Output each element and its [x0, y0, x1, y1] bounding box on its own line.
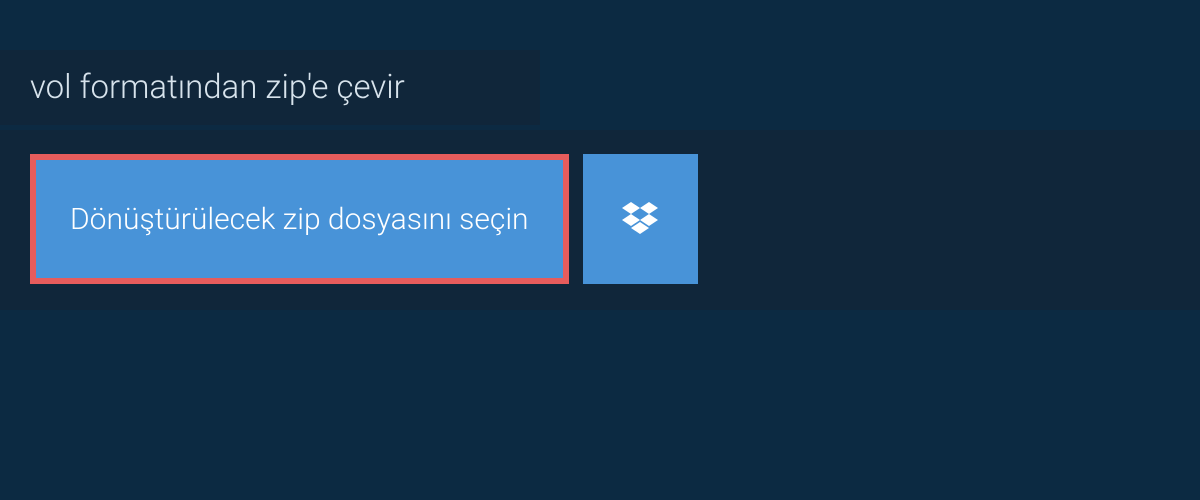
- button-row: Dönüştürülecek zip dosyasını seçin: [30, 154, 1170, 284]
- converter-panel: Dönüştürülecek zip dosyasını seçin: [0, 130, 1200, 310]
- select-file-label: Dönüştürülecek zip dosyasını seçin: [70, 202, 529, 237]
- page-title: vol formatından zip'e çevir: [30, 68, 405, 107]
- select-file-button[interactable]: Dönüştürülecek zip dosyasını seçin: [30, 154, 569, 284]
- dropbox-icon: [622, 202, 658, 236]
- title-tab: vol formatından zip'e çevir: [0, 50, 540, 125]
- dropbox-button[interactable]: [583, 154, 698, 284]
